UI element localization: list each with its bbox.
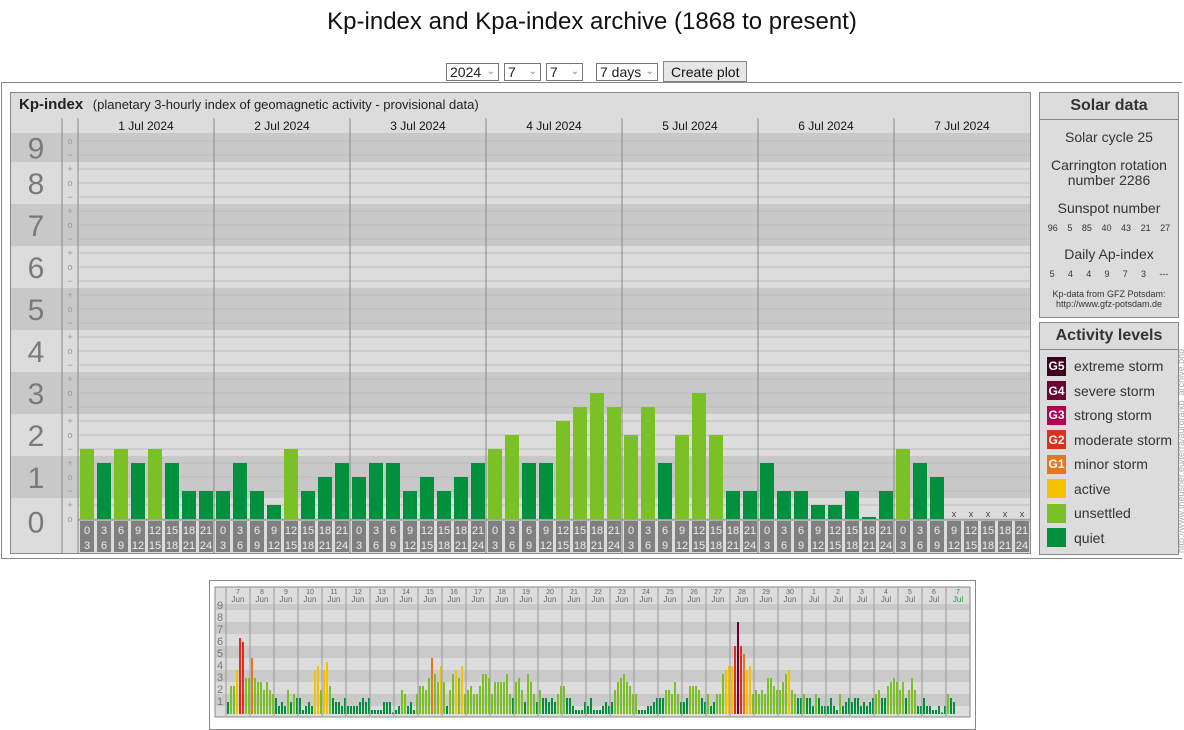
activity-level-moderate-storm: G2 moderate storm — [1040, 428, 1178, 453]
year-select[interactable]: 2024 ⌄ — [446, 62, 499, 81]
level-label: strong storm — [1074, 407, 1152, 424]
activity-level-minor-storm: G1 minor storm — [1040, 452, 1178, 477]
ap-index-value: --- — [1159, 269, 1169, 279]
day-value: 7 — [550, 63, 558, 80]
create-plot-button[interactable]: Create plot — [663, 61, 748, 82]
data-source-link[interactable]: http://www.gfz-potsdam.de — [1040, 299, 1178, 309]
month-value: 7 — [508, 63, 516, 80]
level-label: moderate storm — [1074, 431, 1173, 448]
activity-legend: G5 extreme storm G4 severe storm G3 strong st… — [1040, 350, 1178, 550]
ap-index-value: 7 — [1122, 269, 1128, 279]
ap-index-value: 9 — [1104, 269, 1110, 279]
sunspot-number: 40 — [1101, 223, 1112, 233]
page-title: Kp-index and Kpa-index archive (1868 to … — [327, 8, 857, 35]
sunspot-values: 96 5 85 40 43 21 27 — [1043, 223, 1175, 233]
activity-level-strong-storm: G3 strong storm — [1040, 403, 1178, 428]
level-label: unsettled — [1074, 505, 1131, 522]
day-select[interactable]: 7 ⌄ — [546, 62, 583, 81]
sunspot-number: 43 — [1121, 223, 1132, 233]
ap-index-value: 4 — [1067, 269, 1073, 279]
page-url-label: http://www.theusner.eu/terra/aurora/kp_a… — [1176, 348, 1184, 553]
ap-index-value: 5 — [1049, 269, 1055, 279]
chevron-down-icon: ⌄ — [645, 66, 654, 77]
plot-controls: 2024 ⌄ 7 ⌄ 7 ⌄ 7 days ⌄ Create plot — [446, 61, 748, 82]
kp-chart-panel: Kp-index (planetary 3-hourly index of ge… — [10, 92, 1031, 554]
chevron-down-icon: ⌄ — [528, 66, 537, 77]
activity-level-unsettled: unsettled — [1040, 501, 1178, 526]
ap-index-value: 4 — [1086, 269, 1092, 279]
ap-index-value: 3 — [1141, 269, 1147, 279]
level-label: extreme storm — [1074, 358, 1164, 375]
level-swatch — [1047, 479, 1066, 499]
level-label: minor storm — [1074, 456, 1148, 473]
level-swatch: G3 — [1047, 405, 1066, 425]
month-select[interactable]: 7 ⌄ — [504, 62, 541, 81]
level-label: quiet — [1074, 529, 1105, 546]
level-swatch: G1 — [1047, 454, 1066, 474]
solar-data-panel: Solar data Solar cycle 25 Carrington rot… — [1039, 92, 1179, 318]
activity-levels-panel: Activity levels G5 extreme storm G4 severe … — [1039, 322, 1179, 555]
ap-index-label: Daily Ap-index — [1064, 246, 1154, 262]
solar-data-title: Solar data — [1040, 93, 1178, 120]
monthly-overview-panel — [209, 580, 976, 730]
sunspot-number: 96 — [1047, 223, 1058, 233]
kp-chart-title: Kp-index — [19, 96, 84, 113]
data-source-label: Kp-data from GFZ Potsdam: — [1052, 289, 1166, 299]
sunspot-number: 85 — [1081, 223, 1092, 233]
carrington-number: number 2286 — [1067, 172, 1151, 188]
year-value: 2024 — [450, 63, 482, 80]
level-swatch — [1047, 528, 1066, 548]
ap-index-values: 5 4 4 9 7 3 --- — [1043, 269, 1175, 279]
carrington-label: Carrington rotation — [1051, 157, 1167, 173]
activity-level-extreme-storm: G5 extreme storm — [1040, 354, 1178, 379]
kp-chart-header: Kp-index (planetary 3-hourly index of ge… — [11, 93, 1030, 119]
chevron-down-icon: ⌄ — [570, 66, 579, 77]
activity-level-active: active — [1040, 477, 1178, 502]
level-label: active — [1074, 480, 1111, 497]
sunspot-number: 5 — [1067, 223, 1073, 233]
sunspot-label: Sunspot number — [1057, 200, 1161, 216]
kp-chart-subtitle: (planetary 3-hourly index of geomagnetic… — [92, 97, 479, 112]
activity-level-severe-storm: G4 severe storm — [1040, 379, 1178, 404]
level-swatch: G4 — [1047, 381, 1066, 401]
chevron-down-icon: ⌄ — [486, 66, 495, 77]
activity-level-quiet: quiet — [1040, 526, 1178, 551]
level-swatch: G2 — [1047, 430, 1066, 450]
activity-levels-title: Activity levels — [1040, 323, 1178, 350]
period-select[interactable]: 7 days ⌄ — [596, 62, 658, 81]
sunspot-number: 27 — [1160, 223, 1171, 233]
level-swatch — [1047, 503, 1066, 523]
solar-cycle: Solar cycle 25 — [1065, 129, 1153, 145]
level-swatch: G5 — [1047, 356, 1066, 376]
period-value: 7 days — [600, 63, 642, 80]
sunspot-number: 21 — [1140, 223, 1151, 233]
level-label: severe storm — [1074, 382, 1155, 399]
